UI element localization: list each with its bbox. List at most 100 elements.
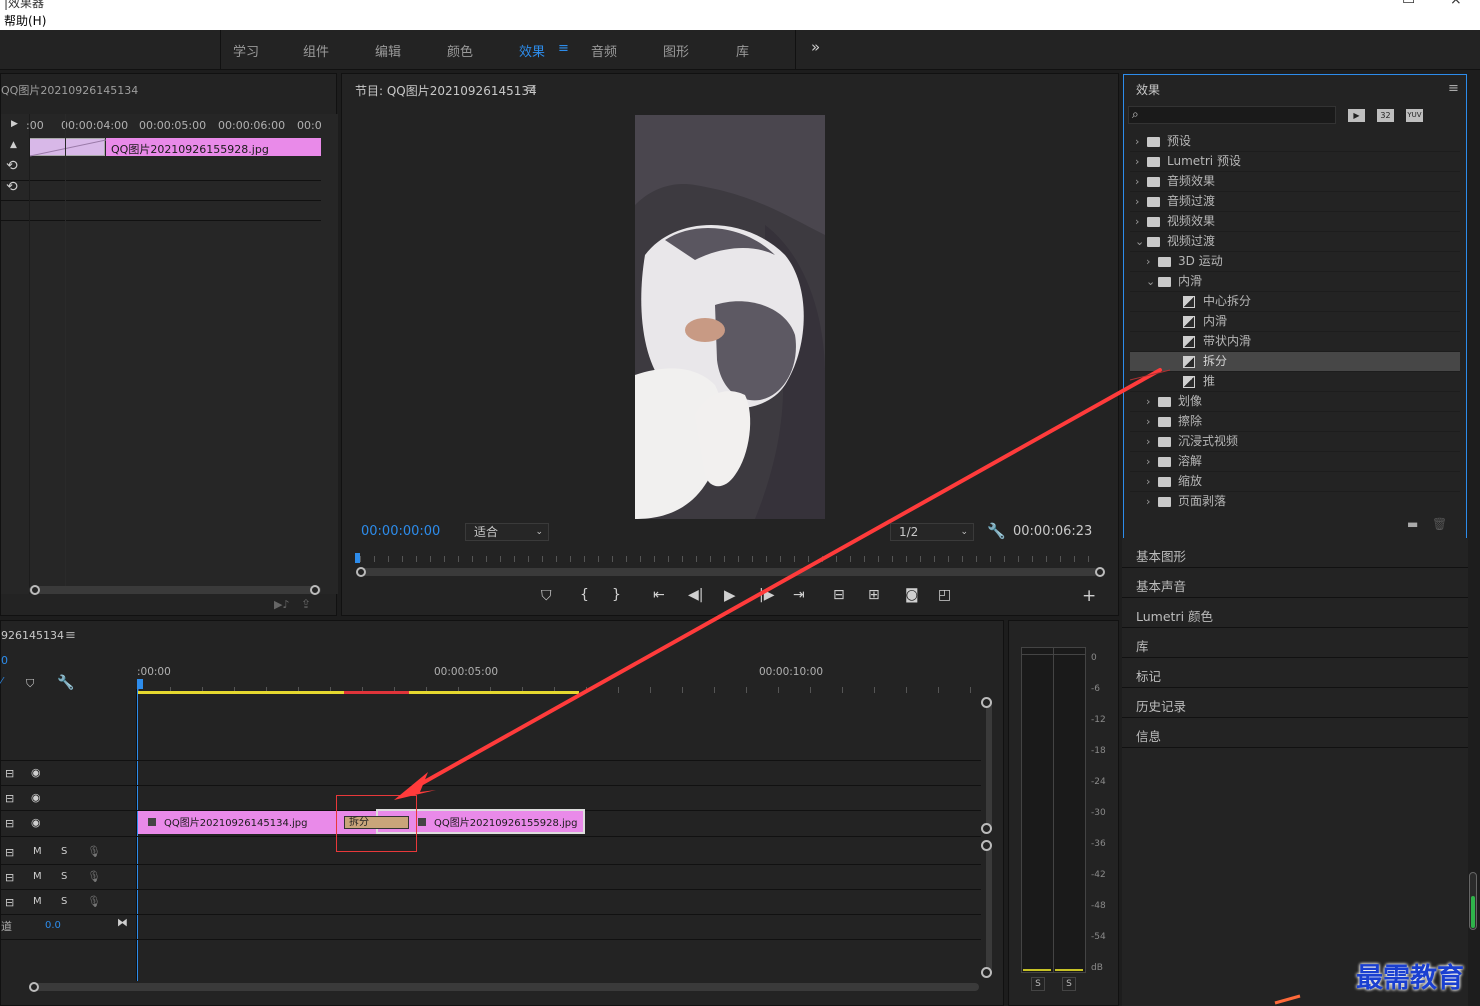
microphone-icon[interactable]: 🎙: [87, 870, 101, 883]
zoom-handle-left[interactable]: [356, 567, 366, 577]
compare-icon[interactable]: ◰: [938, 587, 951, 603]
chevron-right-icon[interactable]: ›: [1135, 172, 1147, 192]
add-marker-icon[interactable]: ⛉: [26, 677, 34, 691]
solo-button[interactable]: S: [61, 896, 67, 907]
scroll-handle-left[interactable]: [30, 585, 40, 595]
chevron-right-icon[interactable]: ›: [1146, 252, 1158, 272]
eye-icon[interactable]: ◉: [31, 816, 41, 829]
fit-dropdown[interactable]: 适合 ⌄: [465, 523, 549, 541]
mark-in-icon[interactable]: {: [580, 587, 589, 603]
effects-folder[interactable]: › 页面剥落: [1130, 491, 1460, 511]
snap-icon[interactable]: ⁄: [1, 676, 3, 687]
go-to-in-icon[interactable]: ⇤: [653, 587, 665, 603]
panel-menu-icon[interactable]: ≡: [65, 628, 76, 643]
eye-icon[interactable]: ◉: [31, 766, 41, 779]
lift-icon[interactable]: ⊟: [833, 587, 845, 603]
timeline-settings-wrench-icon[interactable]: 🔧: [57, 675, 74, 691]
solo-button[interactable]: S: [61, 871, 67, 882]
solo-left-button[interactable]: S: [1031, 977, 1045, 991]
effects-folder[interactable]: ⌄ 内滑: [1130, 271, 1460, 291]
wrench-icon[interactable]: 🔧: [987, 522, 1006, 540]
menu-item-partial[interactable]: |效果器: [4, 0, 44, 11]
chevron-right-icon[interactable]: ›: [1146, 392, 1158, 412]
audio-track-toggle-icon[interactable]: ⊟: [5, 896, 14, 909]
menu-item-help[interactable]: 帮助(H): [4, 12, 46, 29]
scroll-handle-right[interactable]: [310, 585, 320, 595]
effects-folder[interactable]: › 划像: [1130, 391, 1460, 411]
chevron-right-icon[interactable]: ›: [1135, 152, 1147, 172]
h-scroll-handle[interactable]: [29, 982, 39, 992]
chevron-right-icon[interactable]: ›: [1135, 132, 1147, 152]
side-panel-tab[interactable]: 历史记录: [1122, 688, 1468, 718]
audio-track-toggle-icon[interactable]: ⊟: [5, 846, 14, 859]
microphone-icon[interactable]: 🎙: [87, 845, 101, 858]
effects-folder[interactable]: › 音频效果: [1130, 171, 1460, 191]
workspace-menu-icon[interactable]: ≡: [558, 41, 569, 56]
timeline-clip-a[interactable]: QQ图片20210926145134.jpg: [138, 811, 336, 834]
effects-item[interactable]: 拆分: [1130, 351, 1460, 371]
effects-item[interactable]: 中心拆分: [1130, 291, 1460, 311]
step-forward-icon[interactable]: |▶: [759, 587, 774, 603]
microphone-icon[interactable]: 🎙: [87, 895, 101, 908]
master-end-icon[interactable]: ⧓: [117, 916, 128, 929]
workspace-overflow-icon[interactable]: »: [811, 38, 820, 56]
effects-folder[interactable]: › 视频效果: [1130, 211, 1460, 231]
program-timecode[interactable]: 00:00:00:00: [361, 524, 440, 539]
effects-folder[interactable]: › 音频过渡: [1130, 191, 1460, 211]
panel-menu-icon[interactable]: ≡: [1448, 81, 1459, 96]
tab-workspace-5[interactable]: 音频: [591, 41, 617, 60]
clip-thumbnail[interactable]: [29, 138, 107, 157]
resolution-dropdown[interactable]: 1/2 ⌄: [890, 523, 974, 541]
loop-icon-2[interactable]: ⟲: [6, 179, 18, 195]
marker-icon[interactable]: ⛉: [541, 588, 552, 604]
mark-out-icon[interactable]: }: [612, 587, 621, 603]
effects-folder[interactable]: › 溶解: [1130, 451, 1460, 471]
tab-workspace-1[interactable]: 组件: [303, 41, 329, 60]
close-icon[interactable]: ×: [1450, 0, 1462, 8]
effects-folder[interactable]: › 缩放: [1130, 471, 1460, 491]
effects-item[interactable]: 带状内滑: [1130, 331, 1460, 351]
export-icon[interactable]: ⇪: [301, 597, 311, 611]
32bit-effects-icon[interactable]: 32: [1377, 109, 1394, 122]
audio-track-toggle-icon[interactable]: ⊟: [5, 871, 14, 884]
effects-folder[interactable]: › 沉浸式视频: [1130, 431, 1460, 451]
eye-icon[interactable]: ◉: [31, 791, 41, 804]
master-volume[interactable]: 0.0: [45, 920, 61, 931]
mute-button[interactable]: M: [33, 896, 42, 907]
chevron-down-icon[interactable]: ⌄: [1146, 272, 1158, 292]
effects-folder[interactable]: › 擦除: [1130, 411, 1460, 431]
chevron-right-icon[interactable]: ›: [1146, 492, 1158, 512]
trash-icon[interactable]: 🗑: [1432, 517, 1447, 531]
insert-icon[interactable]: ▶♪: [274, 598, 289, 611]
effects-item[interactable]: 推: [1130, 371, 1460, 391]
v-scroll-handle-bottom[interactable]: [981, 823, 992, 834]
effects-item[interactable]: 内滑: [1130, 311, 1460, 331]
tab-workspace-4[interactable]: 效果: [519, 41, 545, 60]
loop-icon[interactable]: ⟲: [6, 158, 18, 174]
minimize-icon[interactable]: ▭: [1402, 0, 1415, 8]
play-triangle-icon[interactable]: ▶: [11, 119, 18, 129]
chevron-right-icon[interactable]: ›: [1146, 412, 1158, 432]
tab-workspace-7[interactable]: 库: [736, 41, 749, 60]
tab-workspace-3[interactable]: 颜色: [447, 41, 473, 60]
chevron-right-icon[interactable]: ›: [1146, 432, 1158, 452]
side-panel-tab[interactable]: 基本图形: [1122, 538, 1468, 568]
timeline-playhead[interactable]: [137, 679, 143, 689]
chevron-down-icon[interactable]: ⌄: [1135, 232, 1147, 252]
step-back-icon[interactable]: ◀|: [688, 587, 703, 603]
video-track-toggle-icon[interactable]: ⊟: [5, 817, 14, 830]
play-icon[interactable]: ▶: [724, 586, 736, 604]
accelerated-effects-icon[interactable]: ▶: [1348, 109, 1365, 122]
a-scroll-handle-bottom[interactable]: [981, 967, 992, 978]
effects-folder[interactable]: › Lumetri 预设: [1130, 151, 1460, 171]
solo-right-button[interactable]: S: [1062, 977, 1076, 991]
video-track-toggle-icon[interactable]: ⊟: [5, 767, 14, 780]
arrow-up-icon[interactable]: ▲: [10, 140, 17, 150]
chevron-right-icon[interactable]: ›: [1135, 212, 1147, 232]
panel-menu-icon[interactable]: ≡: [526, 81, 537, 96]
effects-folder[interactable]: ⌄ 视频过渡: [1130, 231, 1460, 251]
tab-workspace-0[interactable]: 学习: [233, 41, 259, 60]
side-panel-tab[interactable]: 信息: [1122, 718, 1468, 748]
side-panel-tab[interactable]: 基本声音: [1122, 568, 1468, 598]
chevron-right-icon[interactable]: ›: [1146, 472, 1158, 492]
